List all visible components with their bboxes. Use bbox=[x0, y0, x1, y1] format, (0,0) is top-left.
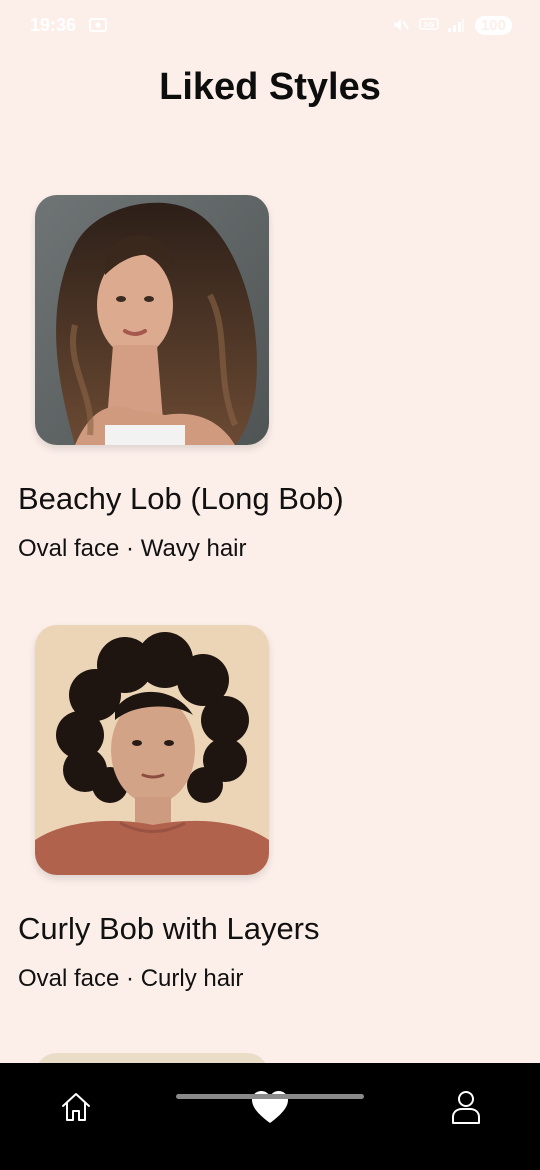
nav-home-button[interactable] bbox=[52, 1085, 100, 1133]
signal-icon bbox=[447, 17, 467, 33]
screenshot-icon bbox=[88, 17, 108, 33]
page-title: Liked Styles bbox=[159, 66, 381, 108]
nav-profile-button[interactable] bbox=[442, 1085, 490, 1133]
status-bar: 19:36 5G 100 bbox=[0, 0, 540, 50]
home-icon bbox=[58, 1089, 94, 1130]
network-icon: 5G bbox=[419, 17, 439, 33]
style-subtitle: Oval face · Curly hair bbox=[18, 965, 244, 992]
style-title: Beachy Lob (Long Bob) bbox=[18, 481, 344, 516]
style-subtitle: Oval face · Wavy hair bbox=[18, 535, 247, 562]
mute-icon bbox=[391, 17, 411, 33]
style-card[interactable]: Curly Bob with Layers Oval face · Curly … bbox=[0, 625, 540, 1055]
bottom-navigation bbox=[0, 1063, 540, 1170]
home-indicator[interactable] bbox=[176, 1094, 364, 1099]
battery-indicator: 100 bbox=[474, 15, 512, 35]
style-card[interactable]: Beachy Lob (Long Bob) Oval face · Wavy h… bbox=[0, 195, 540, 625]
profile-icon bbox=[450, 1089, 482, 1130]
wavy-hair-portrait[interactable] bbox=[35, 195, 269, 445]
curly-hair-portrait[interactable] bbox=[35, 625, 269, 875]
style-title: Curly Bob with Layers bbox=[18, 911, 320, 946]
status-left: 19:36 bbox=[30, 15, 108, 36]
liked-styles-list: Beachy Lob (Long Bob) Oval face · Wavy h… bbox=[0, 195, 540, 1055]
svg-text:5G: 5G bbox=[424, 21, 435, 29]
status-time: 19:36 bbox=[30, 14, 77, 35]
nav-liked-button[interactable] bbox=[246, 1085, 294, 1133]
status-right: 5G 100 bbox=[391, 15, 512, 35]
